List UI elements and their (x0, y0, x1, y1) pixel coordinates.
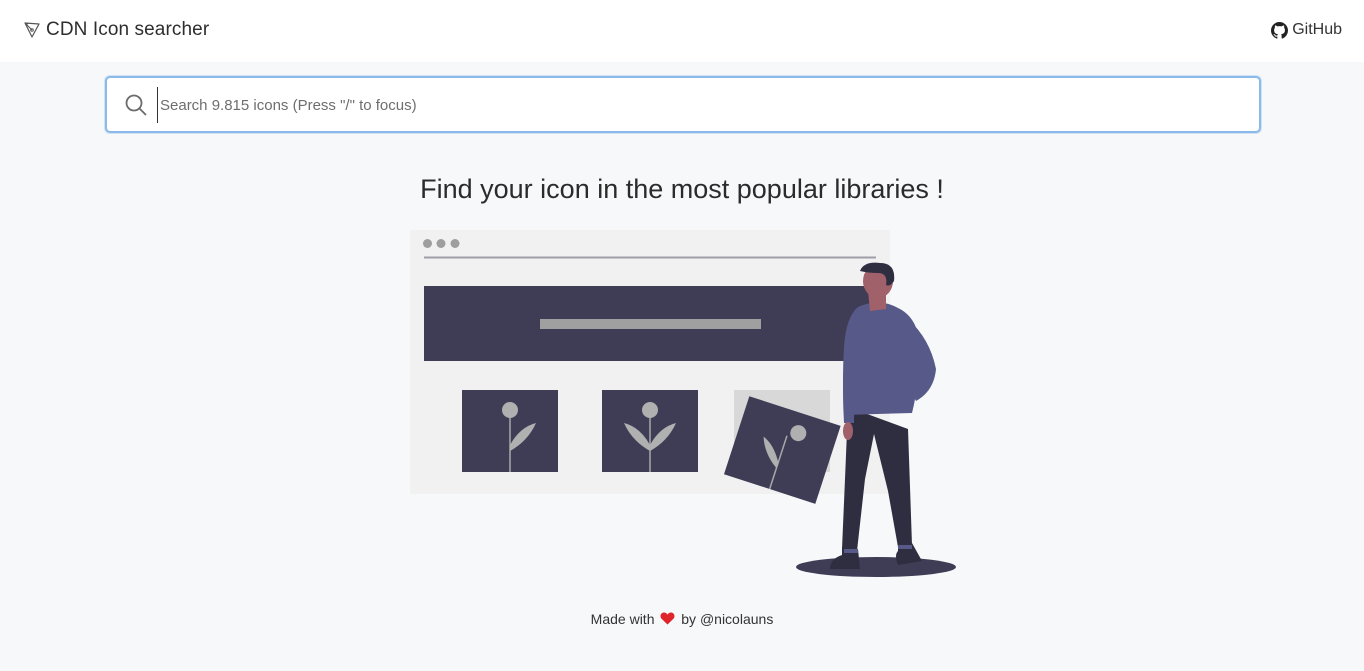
author-link[interactable]: @nicolauns (700, 611, 773, 627)
search-input[interactable] (157, 87, 1250, 123)
banner-bar (540, 319, 761, 329)
vector-pen-icon (24, 22, 40, 38)
search-icon (125, 94, 147, 116)
window-dot (423, 239, 432, 248)
github-link[interactable]: GitHub (1271, 21, 1342, 39)
navbar: CDN Icon searcher GitHub (0, 0, 1364, 62)
heart-icon (660, 612, 675, 625)
window-dot (450, 239, 460, 248)
search-bar[interactable] (105, 76, 1261, 133)
github-label: GitHub (1292, 21, 1342, 38)
person-browsing-illustration (410, 230, 956, 577)
brand[interactable]: CDN Icon searcher (23, 19, 209, 41)
page-headline: Find your icon in the most popular libra… (420, 174, 944, 204)
icon-card (462, 390, 558, 472)
icon-card (602, 390, 698, 472)
footer-made-with: Made with (590, 611, 655, 627)
footer-by: by (681, 611, 697, 627)
footer: Made with by @nicolauns (0, 611, 1364, 627)
github-icon (1271, 21, 1289, 39)
window-dot (436, 239, 446, 248)
brand-title: CDN Icon searcher (46, 19, 210, 40)
ground-shadow (796, 557, 956, 577)
